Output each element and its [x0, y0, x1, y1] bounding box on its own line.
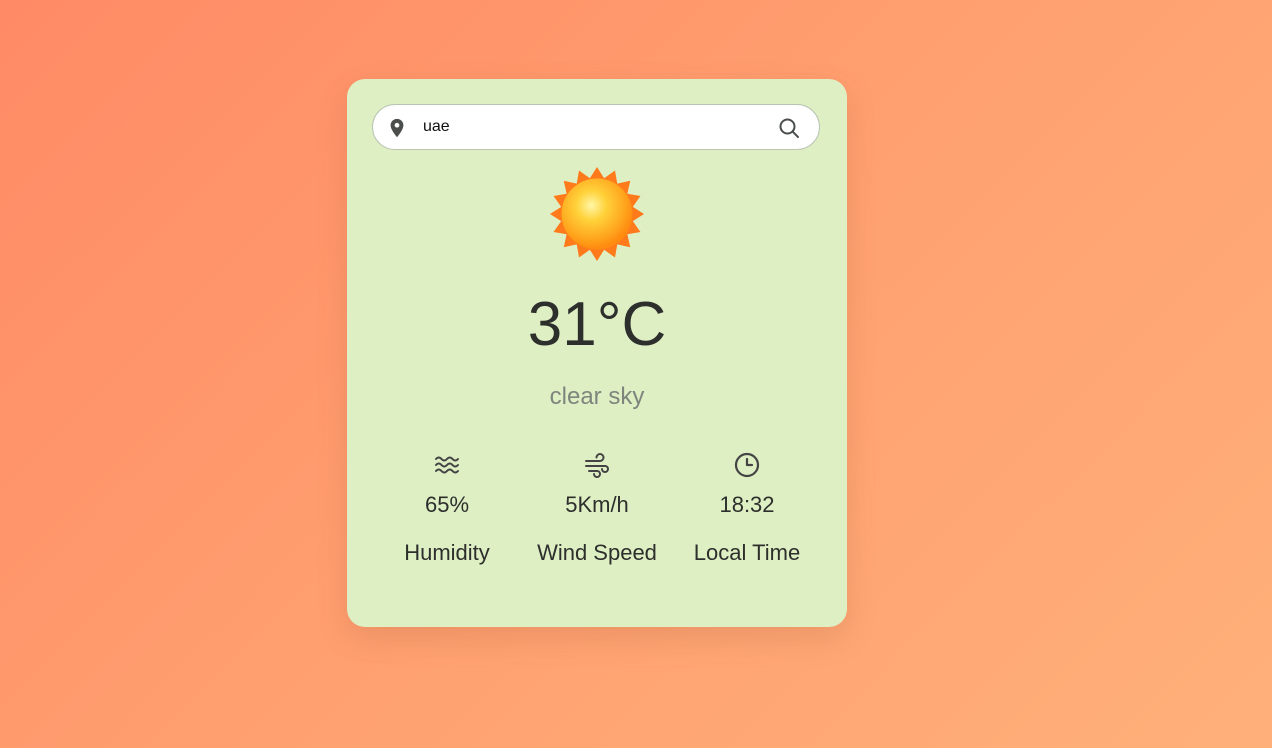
wind-speed-label: Wind Speed: [537, 540, 657, 565]
humidity-value: 65%: [424, 492, 470, 517]
clock-icon: [734, 452, 760, 478]
local-time-label: Local Time: [693, 540, 801, 565]
humidity-stat: 65% Humidity: [372, 451, 522, 566]
temperature: 31°C: [527, 290, 667, 359]
sun-icon: [549, 166, 645, 262]
humidity-waves-icon: [435, 456, 459, 474]
local-time-stat: 18:32 Local Time: [672, 451, 822, 566]
search-bar: [372, 104, 820, 150]
local-time-value: 18:32: [719, 492, 775, 517]
search-icon[interactable]: [777, 116, 801, 140]
humidity-label: Humidity: [404, 540, 490, 565]
wind-icon: [585, 453, 609, 478]
weather-description: clear sky: [549, 383, 645, 410]
location-pin-icon: [390, 118, 404, 138]
wind-speed-stat: 5Km/h Wind Speed: [522, 451, 672, 566]
search-input[interactable]: [423, 113, 753, 141]
wind-speed-value: 5Km/h: [565, 492, 629, 517]
weather-card: 31°C clear sky 65% Humidity 5Km/h Wind S…: [347, 79, 847, 627]
